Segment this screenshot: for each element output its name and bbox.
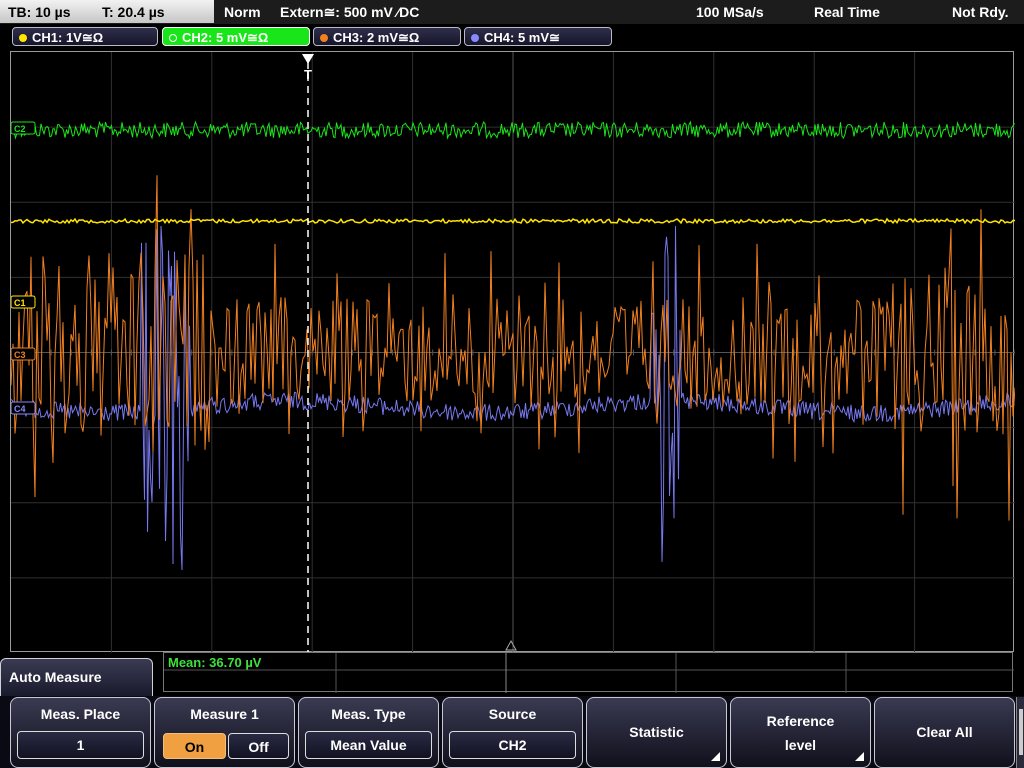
menu-scrollbar-thumb[interactable] (1019, 709, 1023, 755)
channel-1-label: CH1: 1V≅Ω (32, 30, 104, 45)
meas-place-label: Meas. Place (40, 706, 121, 722)
source-label: Source (488, 706, 537, 722)
timebase-readout: TB: 10 µs (8, 4, 71, 20)
waveform-display[interactable]: T C2 C1 C3 C4 (10, 51, 1015, 653)
clear-all-label: Clear All (916, 724, 973, 740)
reference-level-label-line1: Reference (766, 713, 835, 729)
source-value[interactable]: CH2 (449, 731, 576, 759)
channel-3-dot-icon (320, 34, 328, 42)
meas-type-label: Meas. Type (331, 706, 406, 722)
channel-2-label: CH2: 5 mV≅Ω (182, 30, 269, 45)
channel-2-tab[interactable]: CH2: 5 mV≅Ω (162, 27, 310, 46)
trigger-source: Extern≅: 500 mV ⁄DC (280, 4, 420, 20)
channel-3-tab[interactable]: CH3: 2 mV≅Ω (313, 27, 461, 46)
meas-type-value[interactable]: Mean Value (305, 731, 432, 759)
acquisition-state: Not Rdy. (952, 4, 1009, 20)
channel-3-marker[interactable]: C3 (11, 347, 36, 361)
statistic-softkey[interactable]: Statistic (586, 697, 727, 768)
channel-4-label: CH4: 5 mV≅ (484, 30, 560, 45)
channel-4-marker[interactable]: C4 (11, 401, 36, 415)
channel-1-marker-label: C1 (14, 298, 26, 308)
reference-level-softkey[interactable]: Reference level (730, 697, 871, 768)
reference-level-label-line2: level (784, 737, 817, 753)
channel-1-dot-icon (19, 34, 27, 42)
channel-4-marker-label: C4 (14, 404, 26, 414)
channel-bar: CH1: 1V≅Ω CH2: 5 mV≅Ω CH3: 2 mV≅Ω CH4: 5… (0, 24, 1024, 50)
meas-type-softkey[interactable]: Meas. Type Mean Value (298, 697, 439, 768)
waveform-area: T C2 C1 C3 C4 (11, 52, 1015, 653)
channel-3-marker-label: C3 (14, 350, 26, 360)
trigger-marker-label: T (304, 67, 312, 82)
trigger-mode: Norm (224, 4, 261, 20)
measure1-off-button[interactable]: Off (228, 733, 289, 759)
measure1-on-button[interactable]: On (163, 733, 226, 759)
statistic-label: Statistic (629, 724, 684, 740)
channel-2-dot-icon (169, 34, 177, 42)
menu-scrollbar[interactable] (1016, 697, 1024, 768)
measure1-label: Measure 1 (190, 706, 259, 722)
acquisition-mode: Real Time (814, 4, 880, 20)
channel-2-marker-label: C2 (14, 124, 26, 134)
menu-title: Auto Measure (0, 658, 153, 696)
status-bar: TB: 10 µs T: 20.4 µs Norm Extern≅: 500 m… (0, 0, 1024, 24)
channel-1-tab[interactable]: CH1: 1V≅Ω (12, 27, 158, 46)
source-softkey[interactable]: Source CH2 (442, 697, 583, 768)
submenu-arrow-icon (855, 752, 864, 761)
trigger-time-readout: T: 20.4 µs (102, 4, 165, 20)
meas-place-value[interactable]: 1 (17, 731, 144, 759)
sample-rate: 100 MSa/s (696, 4, 764, 20)
measurement-bar-dividers (164, 653, 1014, 693)
channel-2-marker[interactable]: C2 (11, 121, 36, 135)
graticule-grid (11, 52, 1015, 653)
channel-4-dot-icon (471, 34, 479, 42)
channel-1-marker[interactable]: C1 (11, 295, 36, 309)
mean-measurement-value: Mean: 36.70 µV (168, 655, 262, 670)
measure1-softkey[interactable]: Measure 1 On Off (154, 697, 295, 768)
channel-3-label: CH3: 2 mV≅Ω (333, 30, 420, 45)
clear-all-softkey[interactable]: Clear All (874, 697, 1015, 768)
meas-place-softkey[interactable]: Meas. Place 1 (10, 697, 151, 768)
channel-4-tab[interactable]: CH4: 5 mV≅ (464, 27, 612, 46)
measurement-results-bar (163, 652, 1014, 693)
submenu-arrow-icon (711, 752, 720, 761)
center-reference-icon (505, 639, 517, 651)
timebase-box[interactable]: TB: 10 µs T: 20.4 µs (0, 0, 214, 23)
